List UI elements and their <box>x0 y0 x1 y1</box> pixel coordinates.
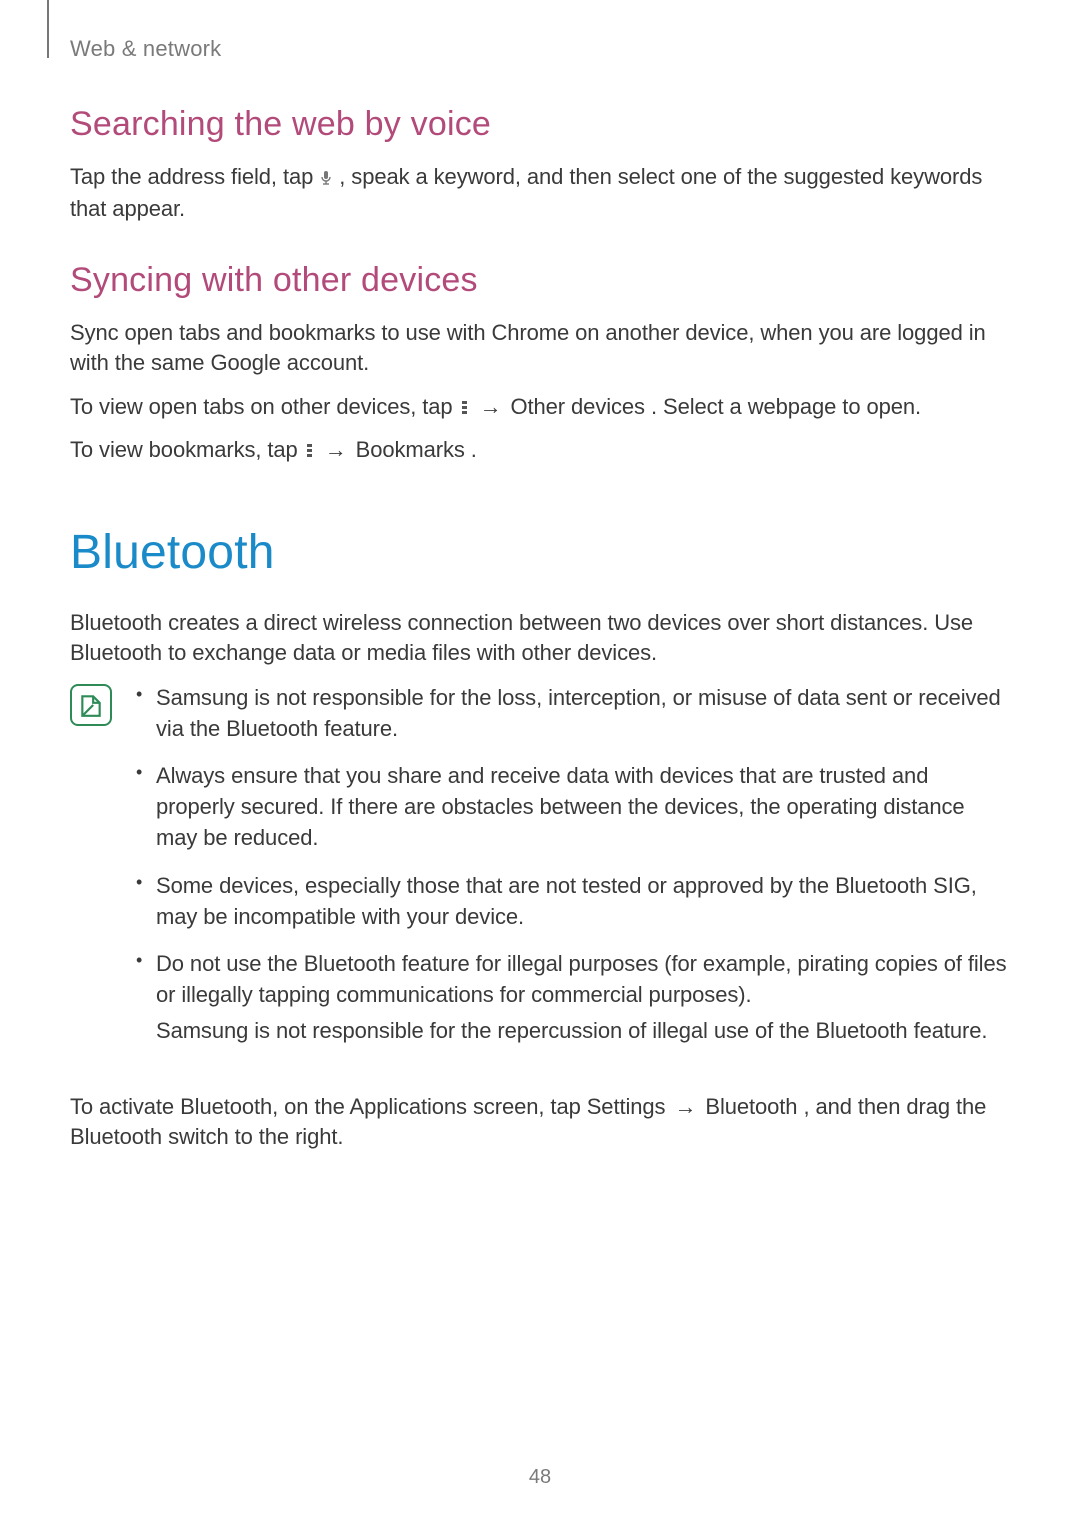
page-content: Searching the web by voice Tap the addre… <box>70 0 1010 1151</box>
text: To view open tabs on other devices, tap <box>70 394 459 419</box>
text: To view bookmarks, tap <box>70 437 304 462</box>
note-list: Samsung is not responsible for the loss,… <box>130 682 1010 1062</box>
para-activate-bluetooth: To activate Bluetooth, on the Applicatio… <box>70 1092 1010 1151</box>
text: , and then drag the <box>803 1094 986 1119</box>
text: . Select a webpage to open. <box>651 394 921 419</box>
para-bluetooth-intro: Bluetooth creates a direct wireless conn… <box>70 608 1010 667</box>
para-sync-bookmarks: To view bookmarks, tap → Bookmarks . <box>70 435 1010 465</box>
para-searching-voice: Tap the address field, tap , speak a key… <box>70 162 1010 223</box>
list-item: Some devices, especially those that are … <box>130 870 1010 932</box>
text: switch to the right. <box>168 1124 343 1149</box>
arrow-icon: → <box>480 392 502 422</box>
text: Tap the address field, tap <box>70 164 319 189</box>
note-block: Samsung is not responsible for the loss,… <box>70 682 1010 1062</box>
text: Samsung is not responsible for the reper… <box>156 1015 1010 1046</box>
text-bold: Other devices <box>511 394 645 419</box>
document-page: Web & network Searching the web by voice… <box>0 0 1080 1527</box>
overflow-menu-icon <box>461 401 469 415</box>
breadcrumb: Web & network <box>70 36 221 62</box>
heading-syncing: Syncing with other devices <box>70 261 1010 300</box>
text: . <box>471 437 477 462</box>
text-bold: Bluetooth <box>705 1094 797 1119</box>
list-item: Always ensure that you share and receive… <box>130 760 1010 854</box>
arrow-icon: → <box>674 1092 696 1122</box>
para-sync-tabs: To view open tabs on other devices, tap … <box>70 392 1010 422</box>
overflow-menu-icon <box>306 444 314 458</box>
mic-icon <box>320 164 332 194</box>
para-sync-intro: Sync open tabs and bookmarks to use with… <box>70 318 1010 377</box>
text: To activate Bluetooth, on the Applicatio… <box>70 1094 587 1119</box>
text-bold: Bookmarks <box>356 437 465 462</box>
text: Do not use the Bluetooth feature for ill… <box>156 951 1007 1007</box>
heading-searching-voice: Searching the web by voice <box>70 105 1010 144</box>
heading-bluetooth: Bluetooth <box>70 525 1010 580</box>
header-rule <box>47 0 49 58</box>
arrow-icon: → <box>325 435 347 465</box>
text-bold: Bluetooth <box>70 1124 162 1149</box>
note-icon <box>70 684 112 726</box>
list-item: Samsung is not responsible for the loss,… <box>130 682 1010 744</box>
page-number: 48 <box>0 1466 1080 1489</box>
list-item: Do not use the Bluetooth feature for ill… <box>130 948 1010 1046</box>
text-bold: Settings <box>587 1094 666 1119</box>
